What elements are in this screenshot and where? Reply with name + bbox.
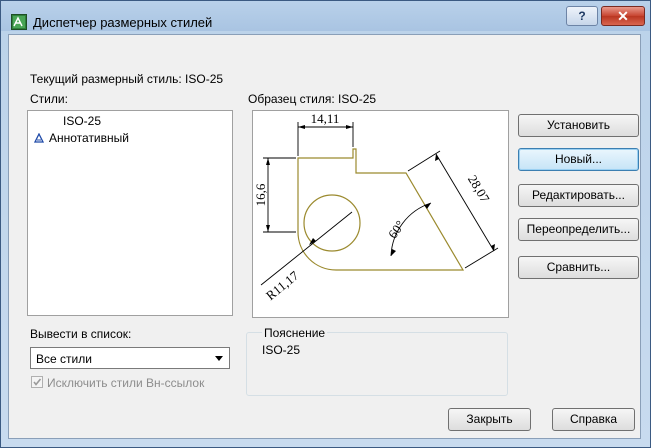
styles-label: Стили: bbox=[30, 92, 68, 106]
title-bar: Диспетчер размерных стилей ? ✕ bbox=[1, 1, 650, 35]
exclude-xref-checkbox[interactable] bbox=[31, 376, 43, 388]
override-style-button[interactable]: Переопределить... bbox=[518, 218, 639, 241]
style-preview: 14,11 16,6 28,07 60° R11,17 bbox=[252, 110, 509, 318]
dim-slant-text: 28,07 bbox=[465, 172, 493, 205]
list-filter-dropdown[interactable]: Все стили bbox=[30, 347, 230, 369]
title-close-button[interactable]: ✕ bbox=[601, 6, 645, 26]
description-title: Пояснение bbox=[262, 326, 328, 340]
current-style-label: Текущий размерный стиль: ISO-25 bbox=[30, 72, 224, 86]
new-style-button[interactable]: Новый... bbox=[518, 148, 639, 171]
exclude-xref-label: Исключить стили Вн-ссылок bbox=[47, 376, 205, 390]
part-outline bbox=[297, 148, 465, 271]
close-button[interactable]: Закрыть bbox=[448, 408, 531, 431]
styles-listbox[interactable]: ISO-25 Аннотативный bbox=[27, 110, 233, 316]
description-group bbox=[246, 332, 508, 396]
compare-styles-button[interactable]: Сравнить... bbox=[518, 256, 639, 279]
help-button[interactable]: Справка bbox=[552, 408, 635, 431]
annotative-icon bbox=[33, 132, 45, 143]
list-filter-label: Вывести в список: bbox=[30, 327, 132, 341]
style-item-iso25[interactable]: ISO-25 bbox=[63, 114, 101, 129]
dim-radius-text: R11,17 bbox=[263, 268, 302, 304]
dim-left-text: 16,6 bbox=[253, 183, 268, 206]
description-value: ISO-25 bbox=[262, 343, 301, 357]
preview-drawing: 14,11 16,6 28,07 60° R11,17 bbox=[253, 111, 499, 304]
set-current-button[interactable]: Установить bbox=[518, 114, 639, 137]
style-item-annotative-label: Аннотативный bbox=[49, 131, 129, 145]
chevron-down-icon bbox=[215, 356, 223, 361]
window-title: Диспетчер размерных стилей bbox=[33, 15, 213, 30]
list-filter-value: Все стили bbox=[36, 352, 92, 366]
style-item-annotative[interactable]: Аннотативный bbox=[33, 131, 129, 146]
dimstyle-app-icon bbox=[11, 14, 27, 30]
title-help-button[interactable]: ? bbox=[566, 6, 598, 26]
preview-label: Образец стиля: ISO-25 bbox=[248, 92, 377, 106]
edit-style-button[interactable]: Редактировать... bbox=[518, 184, 639, 207]
dim-top-text: 14,11 bbox=[311, 111, 340, 126]
checkmark-icon bbox=[33, 378, 42, 386]
